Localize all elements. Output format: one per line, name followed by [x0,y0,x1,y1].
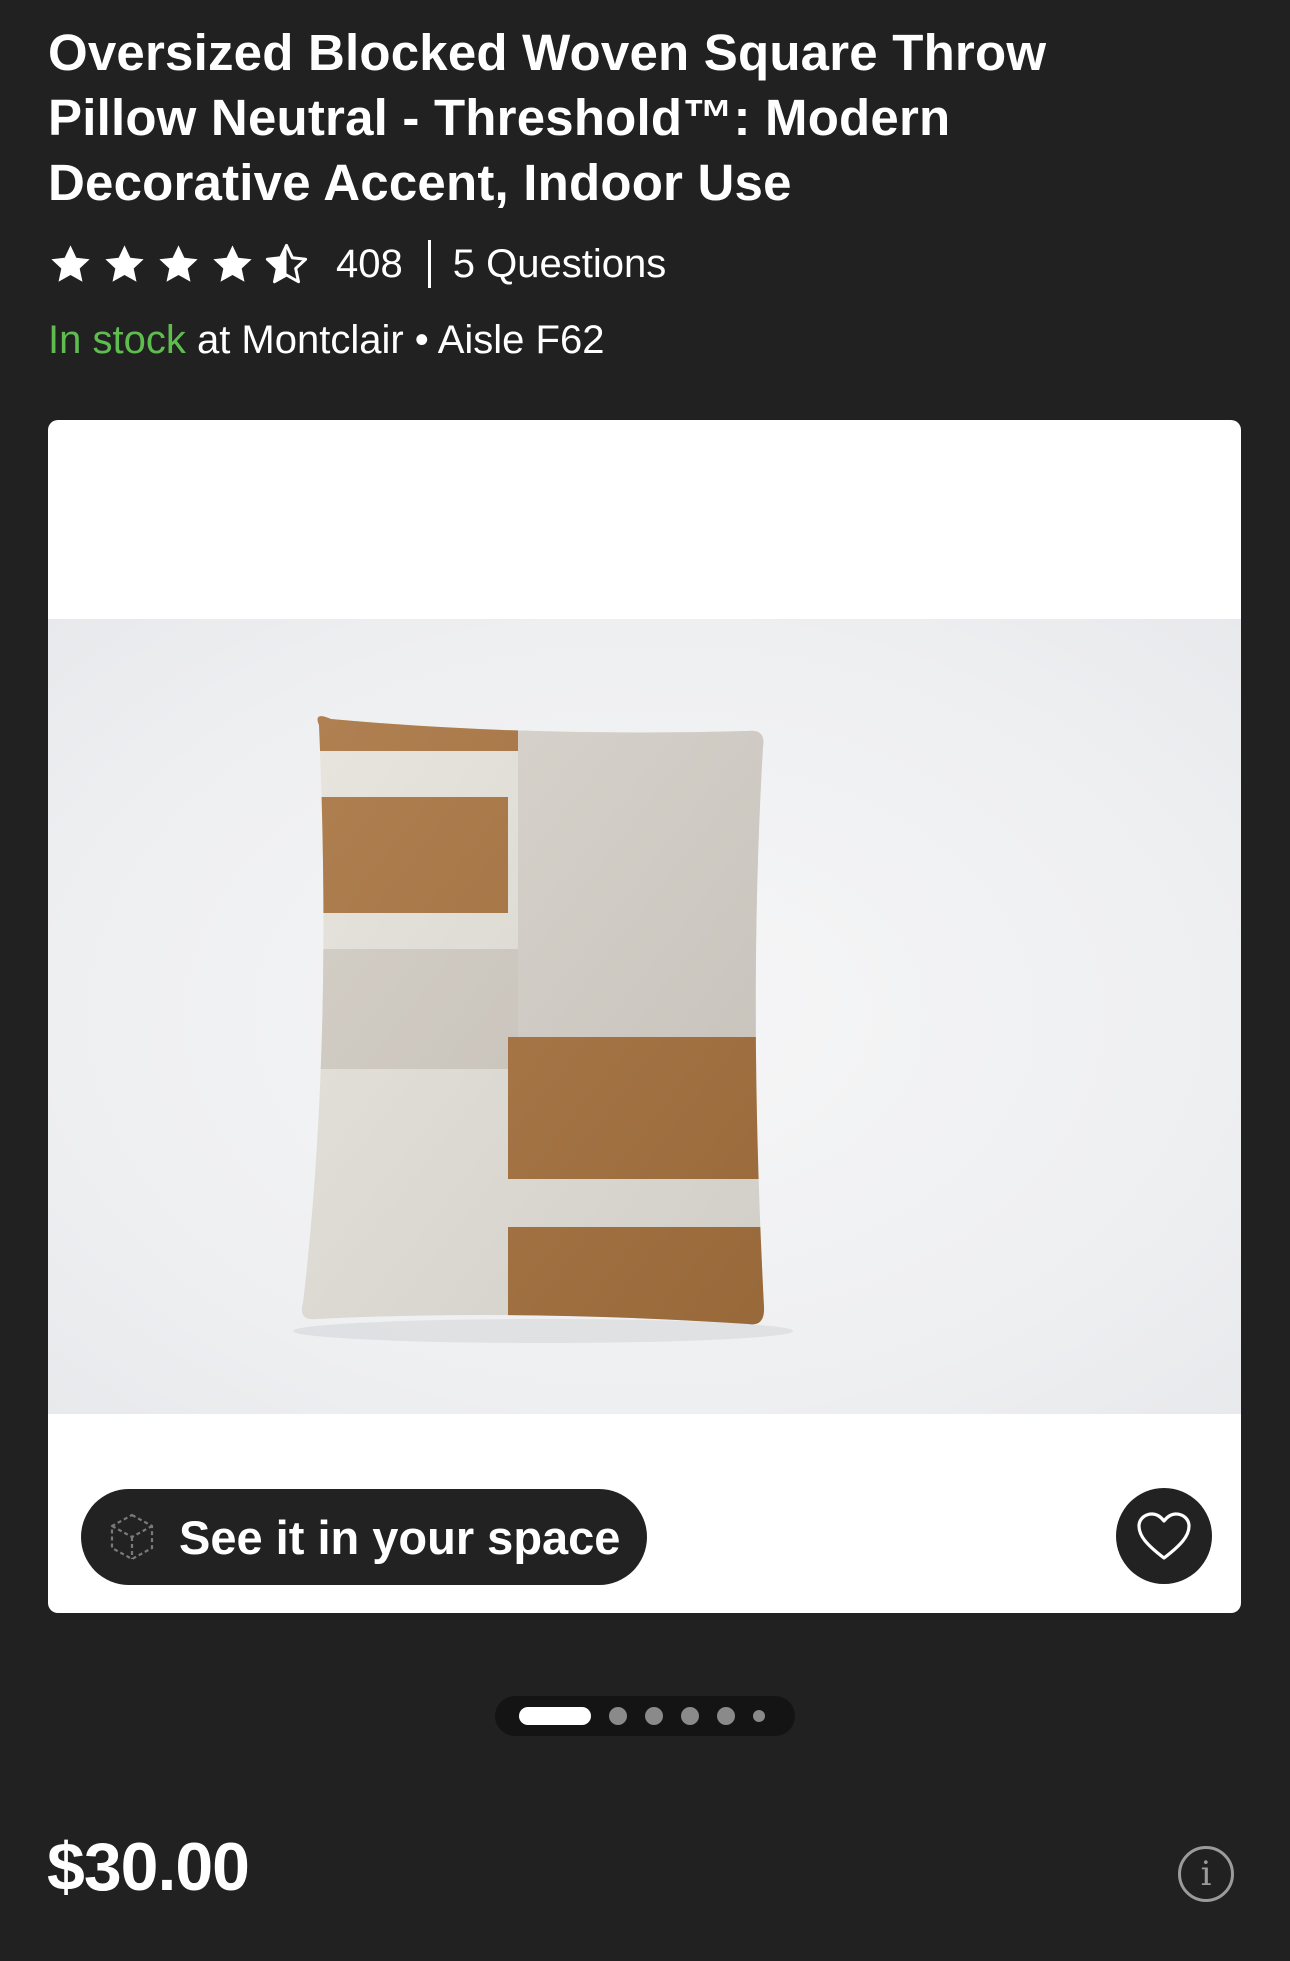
info-icon: i [1200,1854,1212,1894]
see-it-in-your-space-label: See it in your space [179,1510,621,1564]
pagination-dot[interactable] [645,1707,663,1725]
star-full-icon [105,244,144,282]
image-pagination[interactable] [495,1696,795,1736]
pagination-dot[interactable] [717,1707,735,1725]
pagination-dot[interactable] [681,1707,699,1725]
see-it-in-your-space-button[interactable]: See it in your space [81,1489,647,1585]
review-count[interactable]: 408 [336,242,403,287]
heart-icon [1137,1512,1191,1560]
product-image-card[interactable]: See it in your space [48,420,1241,1613]
ar-cube-icon [110,1513,154,1561]
star-full-icon [159,244,198,282]
star-full-icon [213,244,252,282]
rating-row[interactable]: 408 5 Questions [48,236,666,292]
store-location: at Montclair • Aisle F62 [185,318,605,362]
product-title: Oversized Blocked Woven Square Throw Pil… [48,24,1047,211]
stock-status: In stock [48,318,186,362]
availability[interactable]: In stock at Montclair • Aisle F62 [48,318,604,363]
star-rating[interactable] [48,242,309,287]
divider [427,240,431,288]
price-info-button[interactable]: i [1178,1846,1234,1902]
pagination-dot-active[interactable] [519,1707,591,1725]
star-full-icon [51,244,90,282]
star-half-icon [265,243,308,283]
pagination-dot[interactable] [753,1710,765,1722]
product-page: Oversized Blocked Woven Square Throw Pil… [0,0,1290,1961]
favorite-button[interactable] [1116,1488,1212,1584]
product-image[interactable] [48,619,1241,1414]
pillow-image [293,716,793,1343]
product-price: $30.00 [47,1829,250,1905]
pagination-dot[interactable] [609,1707,627,1725]
questions-link[interactable]: 5 Questions [453,242,666,287]
